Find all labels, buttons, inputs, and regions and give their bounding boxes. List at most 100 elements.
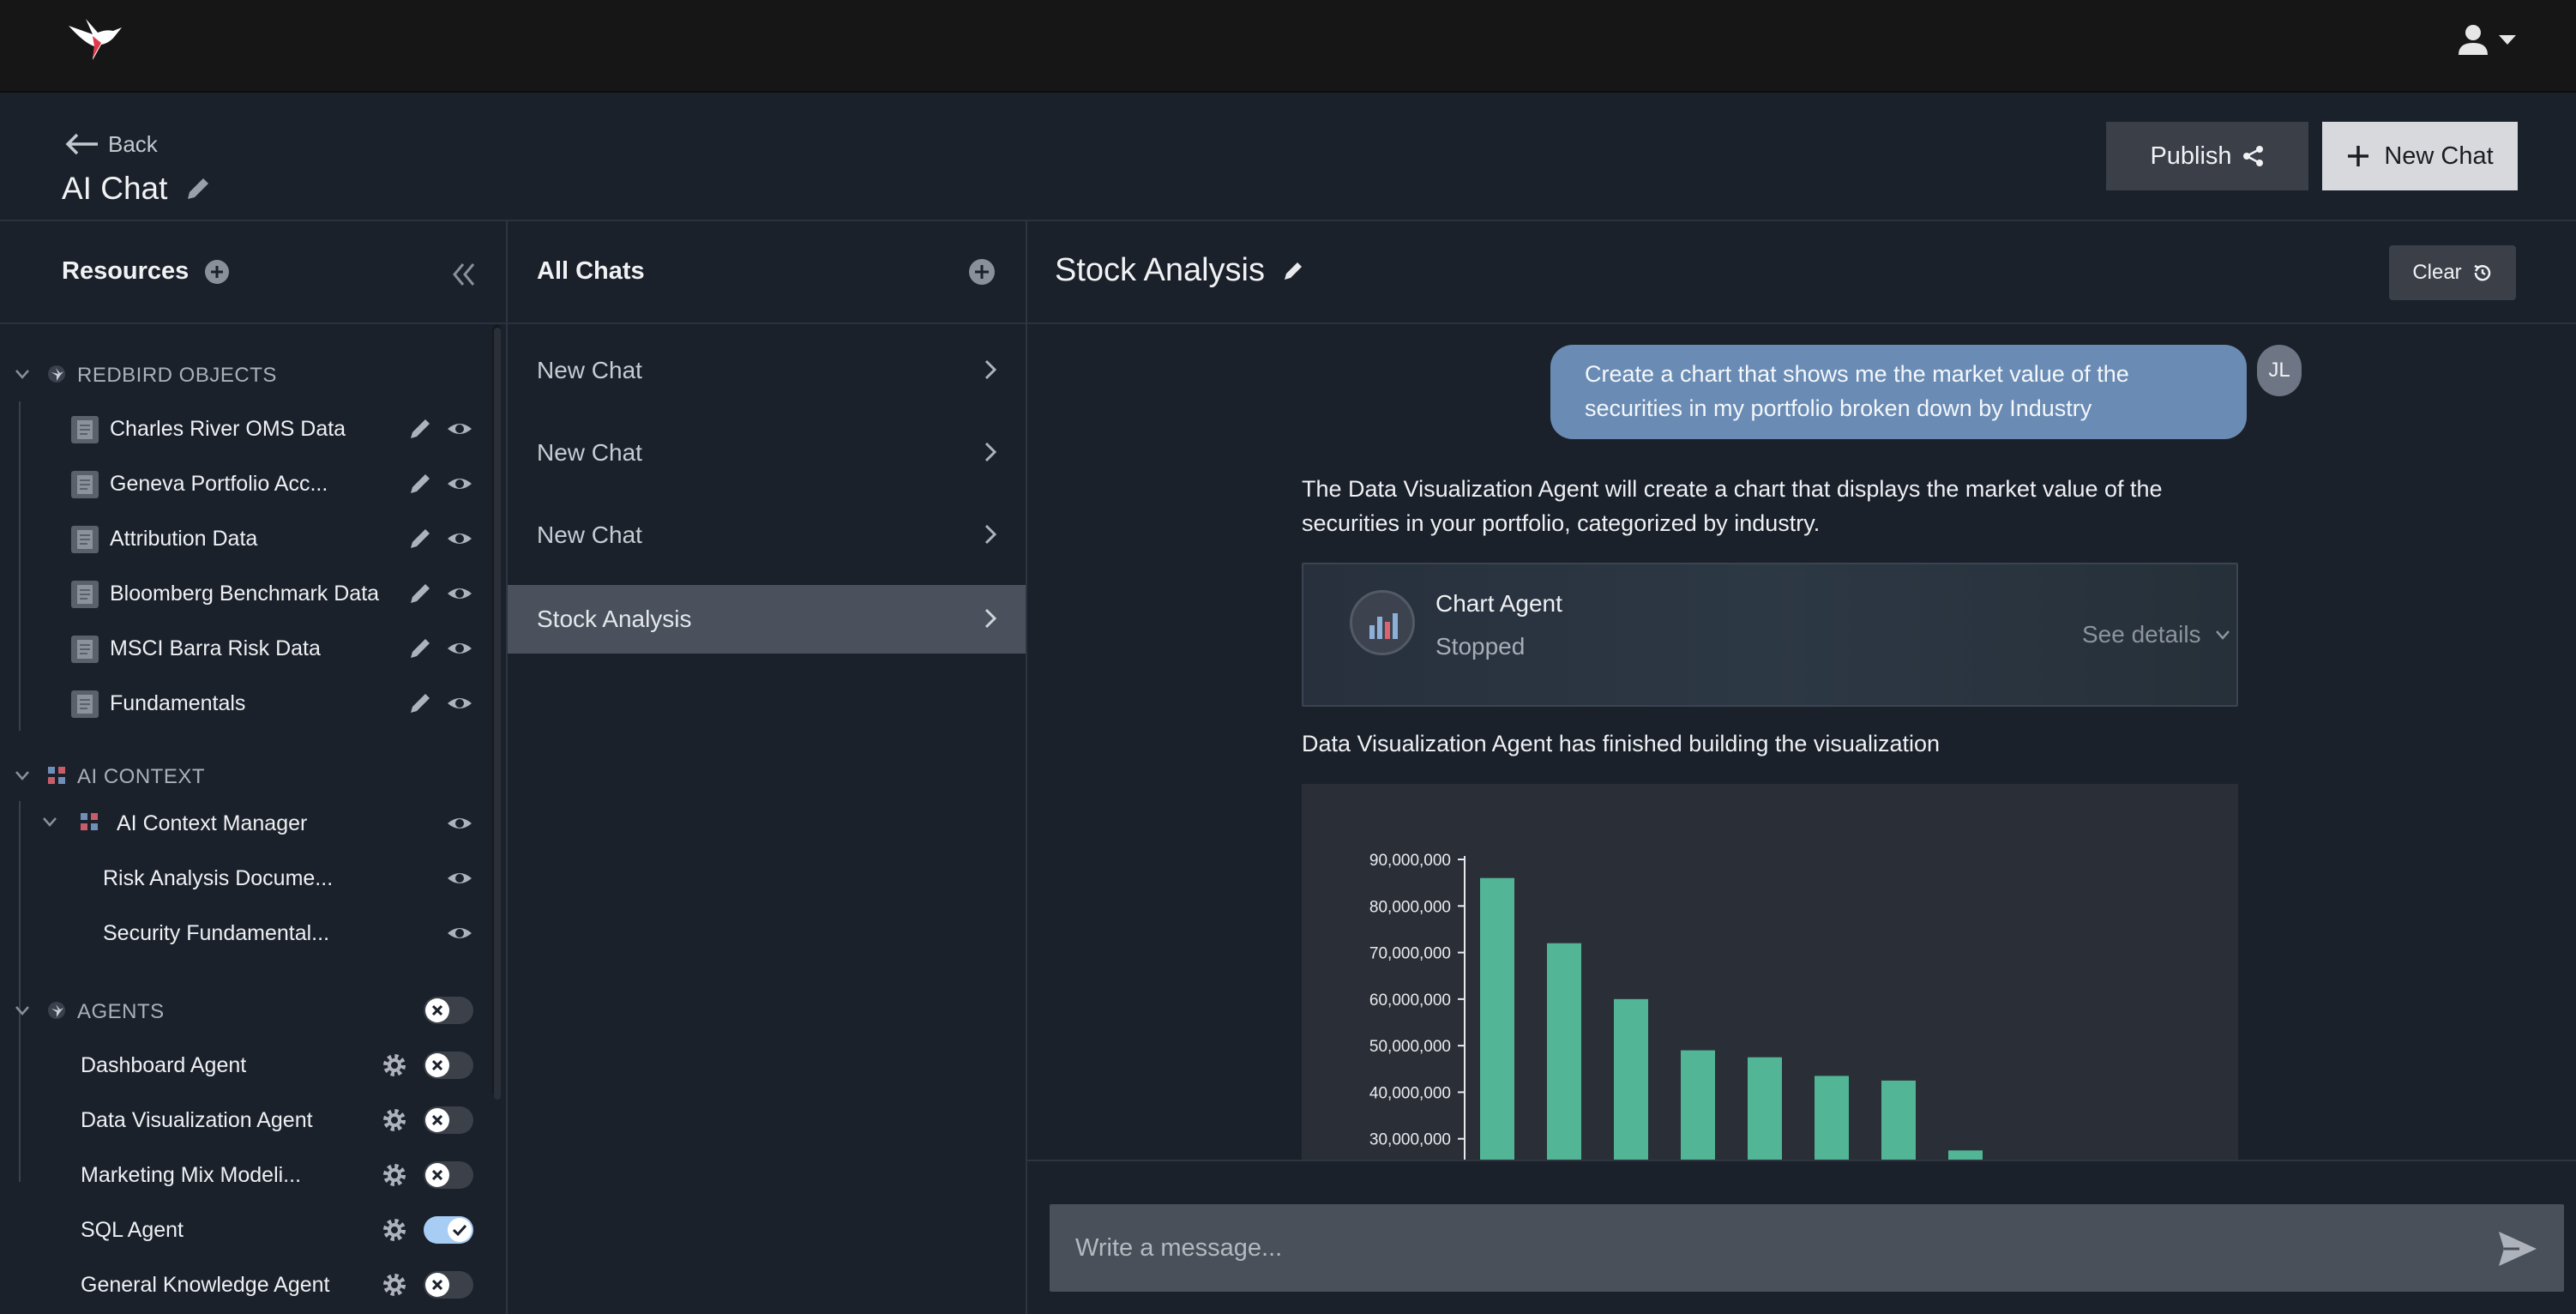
chart-bar[interactable] xyxy=(1815,1076,1849,1161)
chevron-down-icon xyxy=(2213,625,2232,644)
agent-toggle[interactable] xyxy=(424,1161,473,1189)
agent-item[interactable]: SQL Agent xyxy=(0,1206,480,1254)
gear-icon[interactable] xyxy=(381,1216,408,1244)
eye-icon[interactable] xyxy=(446,810,473,837)
chart-bar[interactable] xyxy=(1547,943,1581,1161)
top-bar xyxy=(0,0,2576,93)
resources-header: Resources xyxy=(0,221,506,324)
collapse-sidebar-icon[interactable] xyxy=(448,259,478,290)
eye-icon[interactable] xyxy=(446,690,473,717)
section-redbird-objects[interactable]: REDBIRD OBJECTS xyxy=(0,353,480,395)
agent-item[interactable]: Marketing Mix Modeli... xyxy=(0,1151,480,1199)
back-link[interactable]: Back xyxy=(65,127,158,161)
context-document-label: Risk Analysis Docume... xyxy=(103,866,334,890)
agents-master-toggle[interactable] xyxy=(424,997,473,1024)
pencil-icon[interactable] xyxy=(406,415,434,443)
resource-label: MSCI Barra Risk Data xyxy=(110,636,321,660)
document-icon xyxy=(70,525,99,554)
agent-label: Data Visualization Agent xyxy=(81,1108,313,1132)
chevron-down-icon[interactable] xyxy=(39,811,60,832)
agent-label: Marketing Mix Modeli... xyxy=(81,1163,302,1187)
chevron-right-icon xyxy=(978,439,1003,465)
chat-label: Stock Analysis xyxy=(537,606,692,632)
chart-bar[interactable] xyxy=(1748,1057,1782,1161)
chart-bar[interactable] xyxy=(1681,1050,1715,1161)
pencil-icon[interactable] xyxy=(406,525,434,552)
see-details-toggle[interactable]: See details xyxy=(2082,621,2232,648)
agent-item[interactable]: Dashboard Agent xyxy=(0,1041,480,1089)
edit-chat-title-icon[interactable] xyxy=(1282,260,1304,282)
pencil-icon[interactable] xyxy=(406,470,434,497)
section-agents[interactable]: AGENTS xyxy=(0,990,480,1031)
agent-toggle[interactable] xyxy=(424,1216,473,1244)
gear-icon[interactable] xyxy=(381,1106,408,1134)
share-icon xyxy=(2242,145,2265,167)
document-icon xyxy=(70,690,99,719)
pencil-icon[interactable] xyxy=(406,580,434,607)
section-ai-context[interactable]: AI CONTEXT xyxy=(0,755,480,796)
pencil-icon[interactable] xyxy=(406,690,434,717)
context-manager-item[interactable]: AI Context Manager xyxy=(0,799,480,847)
chat-list-item[interactable]: New Chat xyxy=(508,419,1026,487)
context-document-label: Security Fundamental... xyxy=(103,921,330,945)
document-icon xyxy=(70,470,99,499)
user-message-bubble: Create a chart that shows me the market … xyxy=(1550,345,2247,439)
chart-container: 90,000,000 80,000,000 70,000,000 60,000,000… xyxy=(1302,784,2238,1161)
gear-icon[interactable] xyxy=(381,1161,408,1189)
chart-bar[interactable] xyxy=(1881,1080,1916,1161)
gear-icon[interactable] xyxy=(381,1052,408,1079)
chat-list-item[interactable]: New Chat xyxy=(508,501,1026,570)
eye-icon[interactable] xyxy=(446,525,473,552)
eye-icon[interactable] xyxy=(446,635,473,662)
user-menu[interactable] xyxy=(2456,22,2519,57)
eye-icon[interactable] xyxy=(446,919,473,947)
publish-label: Publish xyxy=(2150,142,2232,170)
agent-label: General Knowledge Agent xyxy=(81,1273,330,1297)
resource-item[interactable]: Bloomberg Benchmark Data xyxy=(0,570,480,618)
agent-label: SQL Agent xyxy=(81,1218,184,1242)
chat-list-item-active[interactable]: Stock Analysis xyxy=(508,585,1026,654)
agent-item[interactable]: Data Visualization Agent xyxy=(0,1096,480,1144)
eye-icon[interactable] xyxy=(446,865,473,892)
sidebar-scrollbar-thumb[interactable] xyxy=(494,328,501,1100)
eye-icon[interactable] xyxy=(446,580,473,607)
see-details-label: See details xyxy=(2082,621,2201,648)
add-resource-icon[interactable] xyxy=(204,259,230,285)
gear-icon[interactable] xyxy=(381,1271,408,1299)
hummingbird-logo-icon[interactable] xyxy=(67,17,123,62)
message-input[interactable] xyxy=(1050,1204,2564,1292)
agent-toggle[interactable] xyxy=(424,1106,473,1134)
clear-button[interactable]: Clear xyxy=(2389,245,2516,300)
add-chat-icon[interactable] xyxy=(967,257,996,286)
context-document-item[interactable]: Security Fundamental... xyxy=(0,909,480,957)
publish-button[interactable]: Publish xyxy=(2106,122,2308,190)
edit-title-icon[interactable] xyxy=(184,175,212,202)
section-label: REDBIRD OBJECTS xyxy=(77,364,277,387)
chevron-right-icon xyxy=(978,521,1003,547)
chart-bar[interactable] xyxy=(1480,877,1514,1161)
send-icon[interactable] xyxy=(2497,1230,2538,1268)
resource-item[interactable]: Attribution Data xyxy=(0,515,480,563)
resource-item[interactable]: Geneva Portfolio Acc... xyxy=(0,460,480,508)
y-tick-label: 70,000,000 xyxy=(1369,945,1451,963)
agent-toggle[interactable] xyxy=(424,1052,473,1079)
resource-item[interactable]: Charles River OMS Data xyxy=(0,405,480,453)
resource-item[interactable]: MSCI Barra Risk Data xyxy=(0,624,480,672)
document-icon xyxy=(70,415,99,444)
eye-icon[interactable] xyxy=(446,415,473,443)
page-title: AI Chat xyxy=(62,165,212,213)
chart-bar[interactable] xyxy=(1614,998,1648,1161)
document-icon xyxy=(70,580,99,609)
agent-item[interactable]: General Knowledge Agent xyxy=(0,1261,480,1309)
avatar[interactable]: JL xyxy=(2257,345,2302,396)
chat-list-item[interactable]: New Chat xyxy=(508,336,1026,405)
document-icon xyxy=(70,635,99,664)
pencil-icon[interactable] xyxy=(406,635,434,662)
chats-panel: All Chats New Chat New Chat New Chat Sto… xyxy=(508,221,1027,1314)
eye-icon[interactable] xyxy=(446,470,473,497)
resources-title: Resources xyxy=(62,257,230,286)
new-chat-button[interactable]: New Chat xyxy=(2322,122,2518,190)
agent-toggle[interactable] xyxy=(424,1271,473,1299)
resource-item[interactable]: Fundamentals xyxy=(0,679,480,727)
context-document-item[interactable]: Risk Analysis Docume... xyxy=(0,854,480,902)
